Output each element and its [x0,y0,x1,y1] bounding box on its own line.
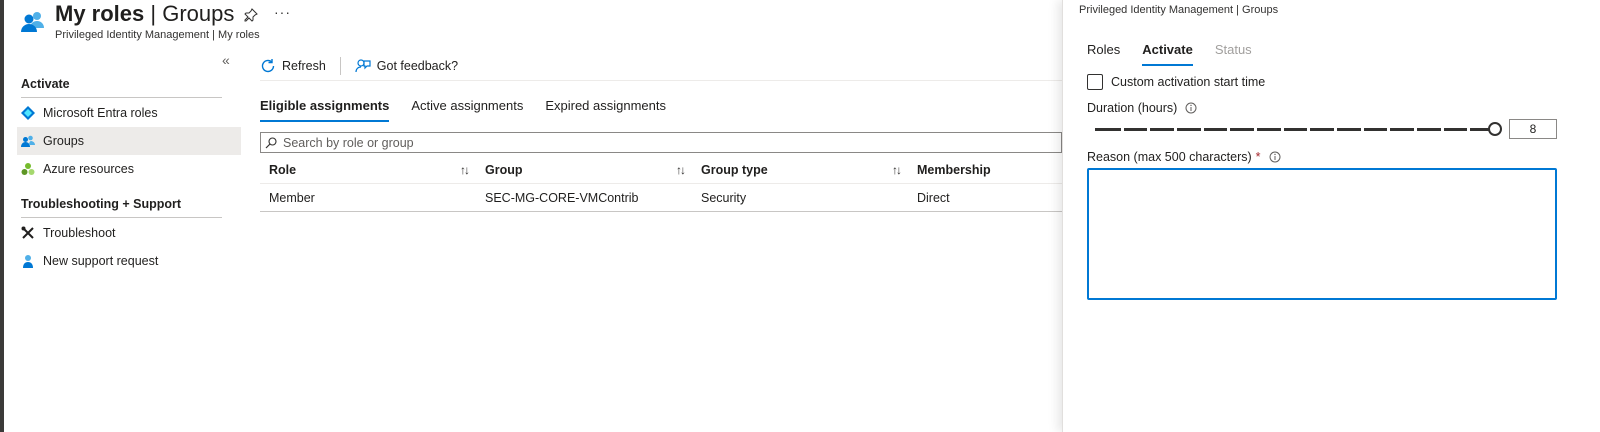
refresh-icon [260,58,276,74]
sidebar-item-troubleshoot[interactable]: Troubleshoot [17,219,241,247]
command-bar: Refresh Got feedback? [260,54,458,78]
assignments-table: Role ↑↓ Group ↑↓ Group type ↑↓ Membership M… [260,156,1062,212]
slider-tick [1387,127,1391,132]
sidebar-item-azure-resources[interactable]: Azure resources [17,155,241,183]
table-row[interactable]: Member SEC-MG-CORE-VMContrib Security Di… [260,184,1062,212]
slider-tick [1414,127,1417,132]
duration-label: Duration (hours) [1087,101,1197,115]
column-header-role[interactable]: Role ↑↓ [260,163,476,177]
sort-icon[interactable]: ↑↓ [460,163,470,177]
tab-roles[interactable]: Roles [1087,42,1120,66]
slider-tick [1334,127,1337,132]
search-icon [265,136,277,149]
cell-group: SEC-MG-CORE-VMContrib [485,190,639,205]
table-header: Role ↑↓ Group ↑↓ Group type ↑↓ Membership [260,156,1062,184]
tools-icon [21,226,35,240]
panel-breadcrumb[interactable]: Privileged Identity Management | Groups [1079,4,1278,16]
panel-tabs: Roles Activate Status [1087,42,1274,66]
more-options-icon[interactable]: ··· [274,4,291,20]
info-icon[interactable] [1269,151,1281,163]
slider-tick [1200,127,1204,132]
feedback-icon [355,58,371,74]
duration-slider[interactable] [1095,122,1502,136]
toolbar-divider-line [260,80,1062,81]
custom-start-row: Custom activation start time [1087,74,1265,90]
tab-expired-assignments[interactable]: Expired assignments [545,98,666,122]
refresh-button[interactable]: Refresh [260,58,326,74]
cell-group-type: Security [701,190,747,205]
sidebar-item-entra-roles[interactable]: Microsoft Entra roles [17,99,241,127]
reason-label: Reason (max 500 characters) * [1087,150,1281,164]
custom-start-label: Custom activation start time [1111,75,1266,89]
info-icon[interactable] [1185,102,1197,114]
tab-status: Status [1214,42,1252,57]
assignment-tabs: Eligible assignments Active assignments … [260,98,688,124]
activation-panel: Privileged Identity Management | Groups … [1062,0,1600,432]
slider-tick [1467,127,1471,132]
custom-start-checkbox[interactable] [1087,74,1103,90]
groups-icon [21,134,35,148]
column-header-group-type[interactable]: Group type ↑↓ [692,163,908,177]
page-title: My roles | Groups [55,1,235,26]
slider-fill [1095,128,1495,131]
slider-thumb[interactable] [1488,122,1502,136]
cell-membership: Direct [917,190,950,205]
pin-icon[interactable] [244,8,258,22]
sort-icon[interactable]: ↑↓ [676,163,686,177]
nav-section-troubleshooting: Troubleshooting + Support [21,197,222,218]
column-header-group[interactable]: Group ↑↓ [476,163,692,177]
toolbar-divider [339,57,341,75]
slider-tick [1307,127,1311,132]
slider-tick [1227,127,1231,132]
tab-active-assignments[interactable]: Active assignments [411,98,523,122]
slider-tick [1174,127,1177,132]
slider-tick [1254,127,1257,132]
reason-textarea[interactable] [1087,168,1557,300]
slider-tick [1147,127,1151,132]
page-subtitle: Privileged Identity Management | My role… [55,29,260,41]
slider-tick [1360,127,1364,132]
search-box[interactable] [260,132,1062,153]
azure-resources-icon [21,162,35,176]
slider-tick [1440,127,1444,132]
window-edge [0,0,4,432]
search-input[interactable] [283,135,1043,150]
sort-icon[interactable]: ↑↓ [892,163,902,177]
required-indicator: * [1255,150,1261,164]
slider-tick [1120,127,1124,132]
tab-activate[interactable]: Activate [1142,42,1193,66]
tab-eligible-assignments[interactable]: Eligible assignments [260,98,390,122]
nav-section-activate: Activate [21,77,222,98]
groups-icon [20,8,46,34]
sidebar-item-new-support-request[interactable]: New support request [17,247,241,275]
column-header-membership: Membership [917,162,991,177]
support-person-icon [21,254,35,268]
cell-role: Member [269,190,315,205]
sidebar-item-groups[interactable]: Groups [17,127,241,155]
collapse-sidebar-icon[interactable]: « [222,52,230,68]
duration-input[interactable] [1509,119,1557,139]
slider-tick [1280,127,1284,132]
feedback-button[interactable]: Got feedback? [355,58,458,74]
entra-diamond-icon [21,106,35,120]
